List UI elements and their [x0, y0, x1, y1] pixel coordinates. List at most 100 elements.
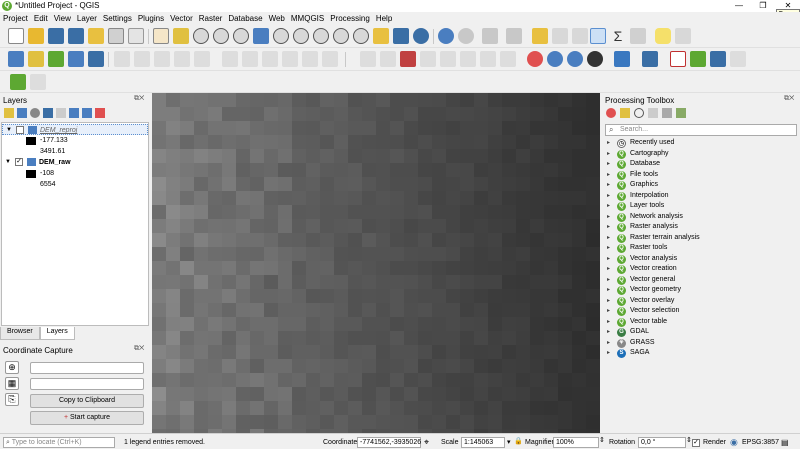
models-icon[interactable]: [606, 108, 616, 118]
expand-arrow-icon[interactable]: ▸: [607, 317, 610, 327]
select-feature-icon[interactable]: [482, 28, 498, 44]
grid-icon[interactable]: ▦: [5, 377, 19, 390]
expand-arrow-icon[interactable]: ▸: [607, 201, 610, 211]
python-console-icon[interactable]: [614, 51, 630, 67]
toolbox-search-input[interactable]: ⌕ Search...: [605, 124, 797, 136]
undo-icon[interactable]: [302, 51, 318, 67]
collapse-arrow-icon[interactable]: ▼: [5, 157, 11, 168]
expand-arrow-icon[interactable]: ▸: [607, 233, 610, 243]
menu-processing[interactable]: Processing: [327, 12, 373, 25]
scripts-icon[interactable]: [620, 108, 630, 118]
render-checkbox[interactable]: ✓: [692, 439, 700, 447]
expand-arrow-icon[interactable]: ▸: [607, 254, 610, 264]
options-icon[interactable]: [676, 108, 686, 118]
project-files-icon[interactable]: [88, 28, 104, 44]
zoom-in-icon[interactable]: [193, 28, 209, 44]
paste-features-icon[interactable]: [282, 51, 298, 67]
filter-expression-icon[interactable]: [56, 108, 66, 118]
new-project-icon[interactable]: [8, 28, 24, 44]
layer-name[interactable]: DEM_raw: [39, 157, 71, 168]
copy-features-icon[interactable]: [262, 51, 278, 67]
menu-database[interactable]: Database: [225, 12, 265, 25]
new-print-layout-icon[interactable]: [108, 28, 124, 44]
zoom-next-icon[interactable]: [353, 28, 369, 44]
expand-arrow-icon[interactable]: ▸: [607, 243, 610, 253]
menu-web[interactable]: Web: [266, 12, 288, 25]
layer-row[interactable]: ▼ ✓ DEM_raw: [2, 157, 148, 168]
map-tips-icon[interactable]: [655, 28, 671, 44]
pin-labels-icon[interactable]: [380, 51, 396, 67]
coordinate-field[interactable]: -7741562,-3935026: [357, 437, 421, 448]
digitizing-icon[interactable]: [10, 74, 26, 90]
redo-icon[interactable]: [322, 51, 338, 67]
select-by-value-icon[interactable]: [506, 28, 522, 44]
rotate-label-icon[interactable]: [460, 51, 476, 67]
edit-in-place-icon[interactable]: [662, 108, 672, 118]
copy-icon[interactable]: ⎘: [5, 393, 19, 406]
menu-raster[interactable]: Raster: [196, 12, 226, 25]
expand-all-icon[interactable]: [69, 108, 79, 118]
deselect-icon[interactable]: [532, 28, 548, 44]
expand-arrow-icon[interactable]: ▸: [607, 275, 610, 285]
filter-icon[interactable]: [43, 108, 53, 118]
scale-dropdown-icon[interactable]: ▾: [507, 438, 511, 446]
zoom-full-icon[interactable]: [253, 28, 269, 44]
coordinate-capture-icon[interactable]: [670, 51, 686, 67]
save-as-icon[interactable]: [68, 28, 84, 44]
expand-arrow-icon[interactable]: ▸: [607, 180, 610, 190]
expand-arrow-icon[interactable]: ▸: [607, 149, 610, 159]
identify-icon[interactable]: [438, 28, 454, 44]
tab-browser[interactable]: Browser: [0, 327, 40, 340]
history-icon[interactable]: [634, 108, 644, 118]
plugin-icon[interactable]: [587, 51, 603, 67]
rotation-field[interactable]: 0,0 °: [638, 437, 686, 448]
zoom-selection-icon[interactable]: [273, 28, 289, 44]
crs-label[interactable]: EPSG:3857: [742, 439, 779, 446]
layer-row[interactable]: ▼ DEM_reproj: [2, 124, 148, 135]
statistics-icon[interactable]: Σ: [610, 28, 626, 44]
menu-project[interactable]: Project: [0, 12, 31, 25]
current-edits-icon[interactable]: [114, 51, 130, 67]
expand-arrow-icon[interactable]: ▸: [607, 170, 610, 180]
add-csv-layer-icon[interactable]: [48, 51, 64, 67]
metasearch-icon[interactable]: [547, 51, 563, 67]
crosshair-icon[interactable]: ⊕: [5, 361, 19, 374]
lock-icon[interactable]: 🔒: [514, 437, 523, 445]
zoom-out-icon[interactable]: [213, 28, 229, 44]
magnifier-field[interactable]: 100%: [553, 437, 599, 448]
help-icon[interactable]: [642, 51, 658, 67]
menu-settings[interactable]: Settings: [100, 12, 135, 25]
layer-checkbox[interactable]: [16, 126, 24, 134]
show-labels-icon[interactable]: [420, 51, 436, 67]
toggle-editing-icon[interactable]: [134, 51, 150, 67]
text-annotation-icon[interactable]: [675, 28, 691, 44]
action-icon[interactable]: [458, 28, 474, 44]
magnifier-stepper-icon[interactable]: ⇕: [599, 436, 605, 444]
georeferencer-icon[interactable]: [690, 51, 706, 67]
menu-edit[interactable]: Edit: [31, 12, 51, 25]
search-layer-icon[interactable]: [567, 51, 583, 67]
pan-map-icon[interactable]: [153, 28, 169, 44]
globe-icon[interactable]: ◉: [730, 437, 738, 448]
add-spatialite-icon[interactable]: [68, 51, 84, 67]
layout-manager-icon[interactable]: [128, 28, 144, 44]
remove-layer-icon[interactable]: [95, 108, 105, 118]
expand-arrow-icon[interactable]: ▸: [607, 306, 610, 316]
field-calculator-icon[interactable]: [572, 28, 588, 44]
expand-arrow-icon[interactable]: ▸: [607, 212, 610, 222]
menu-plugins[interactable]: Plugins: [135, 12, 167, 25]
layer-labeling-icon[interactable]: [400, 51, 416, 67]
expand-arrow-icon[interactable]: ▸: [607, 296, 610, 306]
add-vector-layer-icon[interactable]: [28, 51, 44, 67]
menu-mmqgis[interactable]: MMQGIS: [288, 12, 327, 25]
zoom-layer-icon[interactable]: [293, 28, 309, 44]
label-tool-icon[interactable]: [360, 51, 376, 67]
style-icon[interactable]: [4, 108, 14, 118]
toggle-label-icon[interactable]: [500, 51, 516, 67]
expand-arrow-icon[interactable]: ▸: [607, 138, 610, 148]
messages-icon[interactable]: ▤: [781, 438, 789, 447]
save-project-icon[interactable]: [48, 28, 64, 44]
rotation-stepper-icon[interactable]: ⇕: [686, 436, 692, 444]
results-icon[interactable]: [648, 108, 658, 118]
expand-arrow-icon[interactable]: ▸: [607, 264, 610, 274]
